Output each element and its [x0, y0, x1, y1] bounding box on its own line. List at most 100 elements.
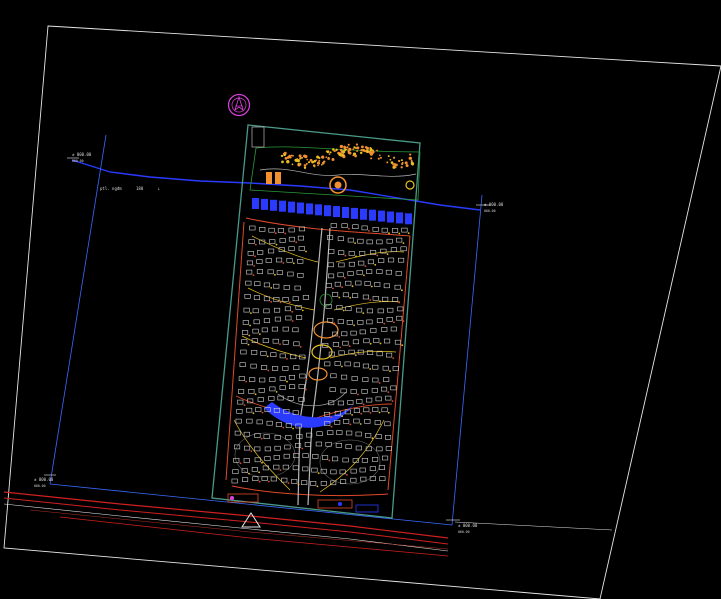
landscape-dot [290, 154, 293, 157]
tree-dot [343, 276, 346, 279]
house-unit [364, 419, 371, 424]
landscape-dot [298, 162, 302, 166]
house-unit [321, 455, 329, 460]
house-unit [359, 467, 366, 473]
house-unit [401, 227, 408, 233]
house-unit [250, 363, 257, 369]
house-unit [282, 464, 289, 470]
house-unit [373, 338, 380, 343]
house-unit [302, 466, 309, 472]
water-unit [396, 212, 403, 224]
house-unit [378, 258, 385, 263]
landscape-dot [329, 151, 332, 154]
house-unit [285, 434, 292, 440]
tree-dot [317, 472, 320, 474]
house-unit [366, 397, 373, 403]
house-unit [268, 227, 275, 233]
house-unit [396, 237, 403, 243]
tree-dot [402, 320, 405, 323]
house-unit [346, 430, 353, 436]
tree-dot [279, 301, 282, 304]
tree-dot [379, 342, 382, 345]
tree-dot [249, 324, 252, 327]
house-unit [273, 307, 281, 313]
house-unit [242, 320, 249, 325]
tree-dot [292, 427, 294, 430]
house-unit [390, 385, 397, 391]
house-unit [383, 377, 390, 382]
house-unit [375, 434, 382, 439]
house-unit [282, 366, 289, 371]
tree-dot [401, 289, 403, 292]
house-unit [384, 434, 392, 440]
house-unit [298, 246, 305, 251]
tree-dot [333, 322, 336, 325]
tree-dot [402, 242, 405, 245]
house-unit [359, 251, 366, 256]
landscape-dot [317, 164, 319, 167]
tree-dot [252, 412, 255, 415]
house-unit [369, 476, 376, 481]
house-unit [381, 327, 388, 332]
house-unit [249, 225, 256, 231]
tree-dot [291, 310, 294, 313]
house-unit [352, 224, 359, 229]
house-unit [383, 338, 391, 344]
house-unit [248, 239, 255, 244]
landscape-dot [315, 159, 318, 162]
house-unit [299, 373, 306, 379]
landscape-dot [355, 143, 358, 146]
landscape-dot [331, 158, 335, 161]
house-unit [238, 389, 245, 394]
house-unit [286, 257, 293, 263]
house-unit [362, 294, 370, 300]
landscape-dot [318, 159, 321, 162]
house-unit [327, 430, 334, 436]
house-unit [329, 387, 336, 392]
tree-dot [247, 343, 250, 346]
house-unit [372, 227, 379, 232]
house-unit [375, 396, 382, 402]
house-unit [311, 467, 318, 473]
house-unit [302, 295, 310, 300]
water-unit [279, 200, 286, 212]
tree-dot [368, 230, 370, 232]
house-unit [272, 338, 279, 344]
house-unit [271, 326, 279, 332]
house-unit [371, 387, 378, 393]
tree-dot [301, 309, 304, 312]
house-unit [353, 418, 360, 424]
house-unit [243, 458, 250, 463]
tree-dot [359, 423, 362, 425]
tree-dot [386, 253, 389, 256]
house-unit [351, 293, 359, 298]
house-unit [328, 249, 335, 254]
tree-dot [253, 265, 256, 267]
house-unit [292, 327, 299, 333]
house-unit [312, 453, 319, 459]
house-unit [288, 236, 296, 242]
landscape-dot [356, 146, 360, 150]
house-unit [341, 331, 348, 337]
house-unit [281, 477, 288, 483]
landscape-dot [408, 156, 412, 160]
house-unit [288, 374, 296, 380]
house-unit [330, 373, 337, 379]
house-unit [284, 306, 292, 312]
tree-dot [266, 355, 269, 358]
landscape-dot [320, 163, 323, 166]
tree-dot [354, 242, 356, 245]
house-unit [395, 271, 402, 276]
house-unit [372, 295, 379, 301]
house-unit [246, 260, 253, 266]
house-unit [279, 385, 286, 390]
house-unit [352, 339, 360, 345]
tree-dot [347, 227, 350, 230]
house-unit [363, 338, 370, 344]
house-unit [376, 351, 383, 357]
landscape-dot [352, 154, 355, 157]
tree-dot [391, 400, 394, 402]
house-unit [302, 453, 309, 458]
tree-dot [258, 471, 260, 474]
landscape-dot [379, 156, 382, 159]
